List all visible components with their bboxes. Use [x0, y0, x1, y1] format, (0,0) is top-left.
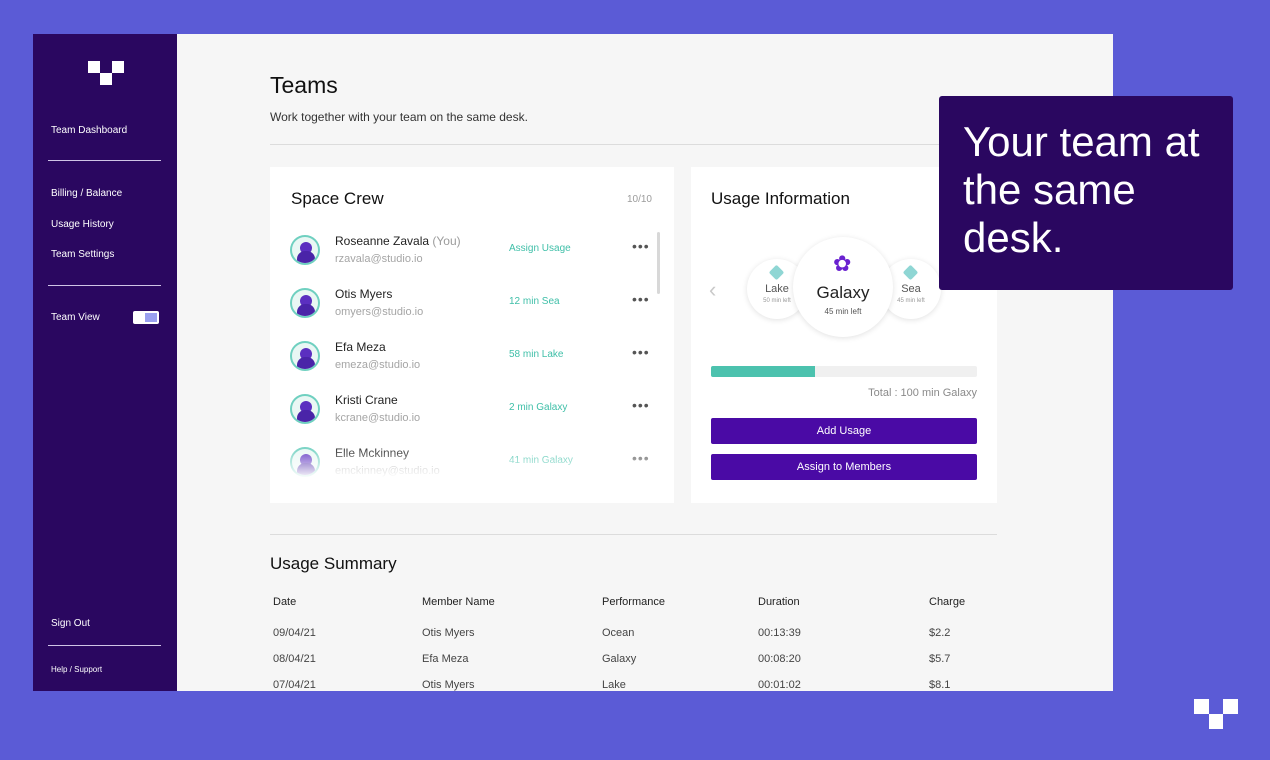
assign-to-members-button[interactable]: Assign to Members — [711, 454, 977, 480]
member-usage-link[interactable]: 2 min Galaxy — [509, 402, 567, 413]
member-name: Efa Meza — [335, 340, 386, 354]
member-name-text: Efa Meza — [335, 340, 386, 354]
cell-performance: Ocean — [602, 627, 635, 639]
cell-charge: $5.7 — [929, 653, 951, 665]
cell-member: Otis Myers — [422, 679, 475, 691]
assign-usage-link[interactable]: Assign Usage — [509, 243, 571, 254]
option-label: Galaxy — [816, 283, 870, 302]
cell-duration: 00:01:02 — [758, 679, 801, 691]
lake-gem-icon — [768, 264, 785, 281]
option-time: 45 min left — [824, 307, 862, 316]
usage-summary-title: Usage Summary — [270, 554, 397, 573]
cell-duration: 00:13:39 — [758, 627, 801, 639]
member-name-text: Kristi Crane — [335, 393, 398, 407]
column-header: Duration — [758, 596, 800, 608]
member-row: Roseanne Zavala (You) rzavala@studio.io … — [290, 231, 650, 275]
cell-date: 07/04/21 — [273, 679, 316, 691]
member-name: Elle Mckinney — [335, 446, 409, 460]
section-divider — [270, 534, 997, 535]
usage-title: Usage Information — [711, 189, 850, 208]
sidebar: Team Dashboard Billing / Balance Usage H… — [33, 34, 177, 691]
usage-total: Total : 100 min Galaxy — [868, 387, 977, 399]
crew-scrollbar[interactable] — [657, 232, 660, 294]
avatar — [290, 447, 320, 477]
cell-charge: $2.2 — [929, 627, 951, 639]
cell-charge: $8.1 — [929, 679, 951, 691]
team-view-label: Team View — [51, 312, 100, 323]
member-name: Otis Myers — [335, 287, 392, 301]
nav-usage-history[interactable]: Usage History — [51, 219, 114, 230]
member-name: Roseanne Zavala (You) — [335, 234, 461, 248]
brand-logo-icon — [1194, 699, 1238, 729]
space-crew-card: Space Crew 10/10 Roseanne Zavala (You) r… — [270, 167, 674, 503]
table-header-row: Date Member Name Performance Duration Ch… — [273, 596, 993, 616]
crew-title: Space Crew — [291, 189, 384, 208]
more-options-icon[interactable]: ••• — [632, 238, 650, 254]
member-name-text: Roseanne Zavala — [335, 234, 430, 248]
cell-member: Otis Myers — [422, 627, 475, 639]
more-options-icon[interactable]: ••• — [632, 344, 650, 360]
table-row[interactable]: 08/04/21 Efa Meza Galaxy 00:08:20 $5.7 — [273, 653, 993, 673]
option-galaxy[interactable]: ✿ Galaxy 45 min left — [793, 237, 893, 337]
sea-gem-icon — [902, 264, 919, 281]
nav-team-settings[interactable]: Team Settings — [51, 249, 114, 260]
avatar — [290, 341, 320, 371]
member-email: kcrane@studio.io — [335, 412, 421, 424]
column-header: Date — [273, 596, 297, 608]
member-usage-link[interactable]: 41 min Galaxy — [509, 455, 573, 466]
member-usage-link[interactable]: 58 min Lake — [509, 349, 563, 360]
member-row: Elle Mckinney emckinney@studio.io 41 min… — [290, 443, 650, 487]
nav-sign-out[interactable]: Sign Out — [51, 618, 90, 629]
member-row: Kristi Crane kcrane@studio.io 2 min Gala… — [290, 390, 650, 434]
flower-icon: ✿ — [833, 251, 852, 276]
member-name: Kristi Crane — [335, 393, 398, 407]
member-email: emckinney@studio.io — [335, 465, 440, 477]
cell-performance: Lake — [602, 679, 626, 691]
sidebar-divider — [48, 285, 161, 286]
member-row: Otis Myers omyers@studio.io 12 min Sea •… — [290, 284, 650, 328]
brand-logo-icon[interactable] — [88, 61, 124, 85]
cell-date: 08/04/21 — [273, 653, 316, 665]
chevron-left-icon[interactable]: ‹ — [709, 277, 716, 303]
more-options-icon[interactable]: ••• — [632, 397, 650, 413]
team-view-toggle[interactable] — [133, 311, 159, 324]
column-header: Performance — [602, 596, 665, 608]
member-usage-link[interactable]: 12 min Sea — [509, 296, 560, 307]
page-title: Teams — [270, 72, 338, 98]
page-subtitle: Work together with your team on the same… — [270, 110, 528, 124]
member-row: Efa Meza emeza@studio.io 58 min Lake ••• — [290, 337, 650, 381]
more-options-icon[interactable]: ••• — [632, 450, 650, 466]
cell-duration: 00:08:20 — [758, 653, 801, 665]
nav-team-dashboard[interactable]: Team Dashboard — [51, 125, 127, 136]
crew-count: 10/10 — [626, 194, 652, 205]
member-name-text: Otis Myers — [335, 287, 393, 301]
member-name-text: Elle Mckinney — [335, 446, 410, 460]
column-header: Member Name — [422, 596, 495, 608]
cell-performance: Galaxy — [602, 653, 637, 665]
add-usage-button[interactable]: Add Usage — [711, 418, 977, 444]
you-tag: (You) — [432, 234, 461, 248]
cell-date: 09/04/21 — [273, 627, 316, 639]
cell-member: Efa Meza — [422, 653, 469, 665]
nav-billing-balance[interactable]: Billing / Balance — [51, 188, 122, 199]
sidebar-divider — [48, 645, 161, 646]
usage-progress-bar — [711, 366, 977, 377]
column-header: Charge — [929, 596, 966, 608]
header-divider — [270, 144, 997, 145]
avatar — [290, 235, 320, 265]
member-email: emeza@studio.io — [335, 359, 421, 371]
promo-overlay: Your team at the same desk. — [939, 96, 1233, 290]
toggle-knob — [145, 313, 157, 322]
promo-text: Your team at the same desk. — [963, 118, 1200, 261]
more-options-icon[interactable]: ••• — [632, 291, 650, 307]
progress-fill — [711, 366, 815, 377]
table-row[interactable]: 07/04/21 Otis Myers Lake 00:01:02 $8.1 — [273, 679, 993, 691]
member-email: omyers@studio.io — [335, 306, 424, 318]
table-row[interactable]: 09/04/21 Otis Myers Ocean 00:13:39 $2.2 — [273, 627, 993, 647]
avatar — [290, 394, 320, 424]
sidebar-divider — [48, 160, 161, 161]
member-email: rzavala@studio.io — [335, 253, 423, 265]
nav-help-support[interactable]: Help / Support — [51, 665, 102, 674]
avatar — [290, 288, 320, 318]
